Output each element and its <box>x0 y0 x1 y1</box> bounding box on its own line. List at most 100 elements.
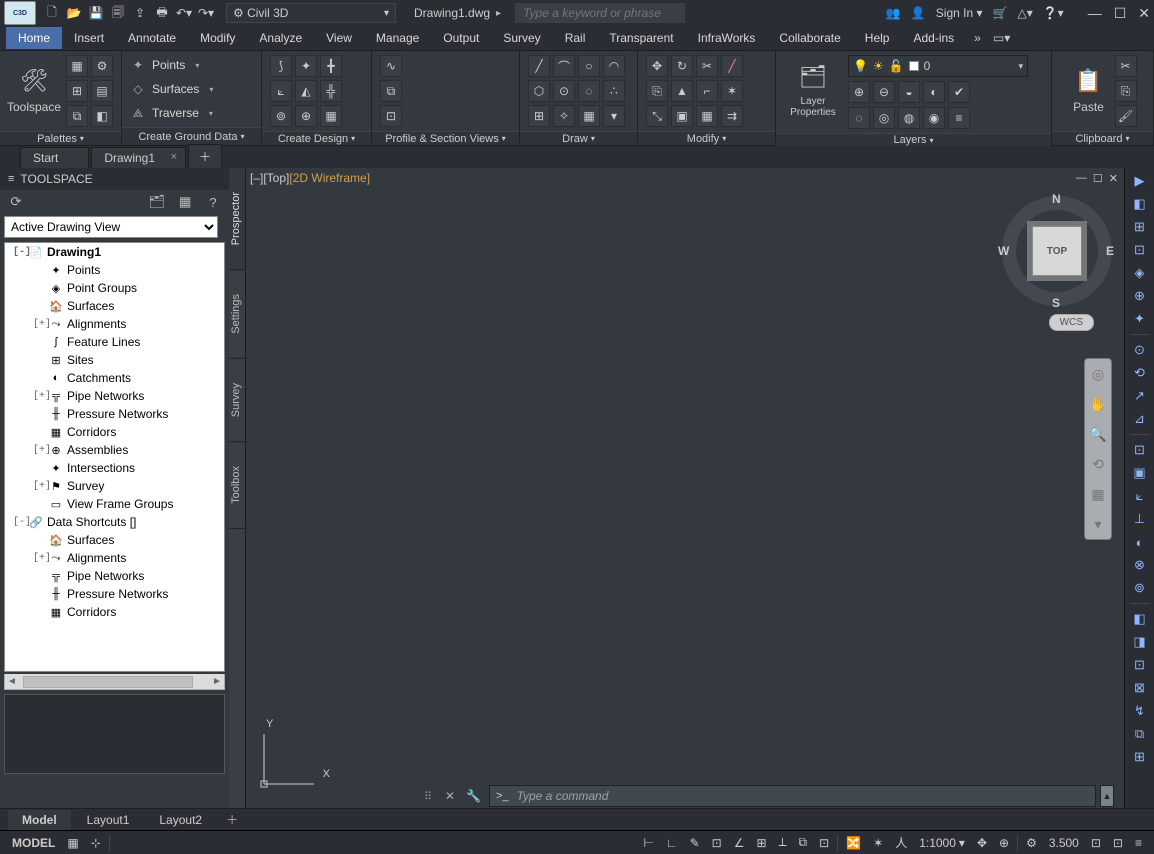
draw-btn-8[interactable]: ∴ <box>603 80 625 102</box>
command-input[interactable]: >_ Type a command <box>489 785 1096 807</box>
panel-label-modify[interactable]: Modify <box>638 131 775 145</box>
view-cube[interactable]: TOP N S E W <box>1002 196 1112 306</box>
palette-btn-4[interactable]: ▤ <box>91 80 113 102</box>
draw-btn-7[interactable]: ◌ <box>578 80 600 102</box>
right-tool-11[interactable]: ⊿ <box>1129 409 1151 429</box>
toolspace-title[interactable]: TOOLSPACE <box>0 168 229 190</box>
palette-btn-3[interactable]: ⊞ <box>66 80 88 102</box>
cmdline-close-icon[interactable]: ✕ <box>442 789 458 803</box>
status-btn-1[interactable]: ⊢ <box>637 836 659 850</box>
toolspace-tab-prospector[interactable]: Prospector <box>229 168 245 270</box>
tree-node[interactable]: ◐Catchments <box>5 369 224 387</box>
right-tool-15[interactable]: ⟀ <box>1129 486 1151 506</box>
panel-label-draw[interactable]: Draw <box>520 131 637 145</box>
layout-tab-layout2[interactable]: Layout2 <box>145 810 216 830</box>
design-btn-4[interactable]: ⟀ <box>270 80 292 102</box>
signin-button[interactable]: Sign In ▾ <box>936 6 983 20</box>
compass-n[interactable]: N <box>1052 192 1061 206</box>
status-btn-8[interactable]: ⧉ <box>793 835 814 850</box>
tree-node[interactable]: ╫Pressure Networks <box>5 585 224 603</box>
ribbon-tab-modify[interactable]: Modify <box>188 27 247 49</box>
maximize-button[interactable]: ☐ <box>1114 5 1127 22</box>
profile-btn-3[interactable]: ⊡ <box>380 105 402 127</box>
right-tool-1[interactable]: ◧ <box>1129 194 1151 214</box>
tree-node[interactable]: [+]╦Pipe Networks <box>5 387 224 405</box>
layer-btn-5[interactable]: ✔ <box>948 81 970 103</box>
panel-label-profile[interactable]: Profile & Section Views <box>372 131 519 145</box>
design-btn-9[interactable]: ▦ <box>320 105 342 127</box>
print-icon[interactable]: 🖶 <box>152 3 172 23</box>
open-icon[interactable]: 📂 <box>64 3 84 23</box>
help-search-input[interactable] <box>515 3 685 23</box>
status-btn-4[interactable]: ⊡ <box>706 836 728 850</box>
right-tool-2[interactable]: ⊞ <box>1129 217 1151 237</box>
explode-icon[interactable]: ✶ <box>721 80 743 102</box>
palette-btn-6[interactable]: ◧ <box>91 105 113 127</box>
line-icon[interactable]: ╱ <box>528 55 550 77</box>
move-icon[interactable]: ✥ <box>646 55 668 77</box>
status-btn-7[interactable]: ⟂ <box>773 835 793 850</box>
right-tool-17[interactable]: ◐ <box>1129 532 1151 552</box>
doc-tab-start[interactable]: Start <box>20 147 89 168</box>
palette-btn-5[interactable]: ⧉ <box>66 105 88 127</box>
workspace-combo[interactable]: ⚙ Civil 3D <box>226 3 396 23</box>
tree-hscroll[interactable]: ◄► <box>4 674 225 690</box>
toolspace-icon-2[interactable]: ▦ <box>175 192 195 212</box>
ribbon-minimize-icon[interactable]: ▭▾ <box>989 27 1014 49</box>
right-tool-18[interactable]: ⊗ <box>1129 555 1151 575</box>
right-tool-13[interactable]: ⊡ <box>1129 440 1151 460</box>
redo-icon[interactable]: ↷▾ <box>196 3 216 23</box>
layer-btn-7[interactable]: ◎ <box>873 107 895 129</box>
tree-node[interactable]: [+]⤳Alignments <box>5 549 224 567</box>
expand-icon[interactable]: [+] <box>33 445 45 456</box>
paste-button[interactable]: 📋 Paste <box>1069 55 1109 123</box>
design-btn-8[interactable]: ⊕ <box>295 105 317 127</box>
connectivity-icon[interactable]: 👥 <box>886 6 901 20</box>
right-tool-22[interactable]: ◨ <box>1129 632 1151 652</box>
tree-node[interactable]: 🏠Surfaces <box>5 297 224 315</box>
doc-tab-close-icon[interactable]: × <box>171 151 177 163</box>
minimize-button[interactable]: — <box>1088 5 1102 22</box>
cut-icon[interactable]: ✂ <box>1115 55 1137 77</box>
model-viewport[interactable]: TOP N S E W WCS ◎ ✋ 🔍 ⟲ ▦ ▾ YX ⠿ ✕ <box>246 188 1124 808</box>
ribbon-tab-help[interactable]: Help <box>853 27 902 49</box>
compass-s[interactable]: S <box>1052 296 1060 310</box>
right-tool-23[interactable]: ⊡ <box>1129 655 1151 675</box>
right-tool-6[interactable]: ✦ <box>1129 309 1151 329</box>
draw-btn-10[interactable]: ✧ <box>553 105 575 127</box>
status-annoscale-icon[interactable]: ✥ <box>971 836 993 850</box>
status-btn-2[interactable]: ∟ <box>660 836 684 850</box>
ribbon-tab-insert[interactable]: Insert <box>62 27 116 49</box>
panel-label-clipboard[interactable]: Clipboard <box>1052 131 1153 145</box>
tree-node[interactable]: ╦Pipe Networks <box>5 567 224 585</box>
view-cube-face[interactable]: TOP <box>1032 226 1082 276</box>
share-icon[interactable]: ▸ <box>496 8 501 19</box>
right-tool-3[interactable]: ⊡ <box>1129 240 1151 260</box>
export-icon[interactable]: ⇪ <box>130 3 150 23</box>
tree-node[interactable]: ∫Feature Lines <box>5 333 224 351</box>
tree-node[interactable]: [-]📄Drawing1 <box>5 243 224 261</box>
ribbon-tab-infraworks[interactable]: InfraWorks <box>686 27 768 49</box>
expand-icon[interactable]: [-] <box>13 247 25 258</box>
ribbon-tab-view[interactable]: View <box>314 27 364 49</box>
palette-btn-2[interactable]: ⚙ <box>91 55 113 77</box>
nav-more-icon[interactable]: ▾ <box>1087 513 1109 535</box>
toolspace-button[interactable]: 🛠 Toolspace <box>8 55 60 123</box>
ribbon-tab-analyze[interactable]: Analyze <box>247 27 314 49</box>
status-scale[interactable]: 1:1000 ▾ <box>913 836 971 850</box>
right-tool-21[interactable]: ◧ <box>1129 609 1151 629</box>
status-btn-12[interactable]: 人 <box>889 834 913 851</box>
saveas-icon[interactable]: 🗐 <box>108 3 128 23</box>
right-tool-26[interactable]: ⧉ <box>1129 724 1151 744</box>
status-btn-6[interactable]: ⊞ <box>750 836 772 850</box>
tree-node[interactable]: ✦Points <box>5 261 224 279</box>
ribbon-overflow-icon[interactable]: » <box>970 27 985 49</box>
design-btn-7[interactable]: ⊚ <box>270 105 292 127</box>
ribbon-tab-survey[interactable]: Survey <box>491 27 552 49</box>
ribbon-tab-manage[interactable]: Manage <box>364 27 431 49</box>
toolspace-tab-survey[interactable]: Survey <box>229 359 245 442</box>
draw-btn-6[interactable]: ⊙ <box>553 80 575 102</box>
new-doc-tab[interactable]: ＋ <box>188 144 222 168</box>
arc-icon[interactable]: ◠ <box>603 55 625 77</box>
tree-node[interactable]: ╫Pressure Networks <box>5 405 224 423</box>
